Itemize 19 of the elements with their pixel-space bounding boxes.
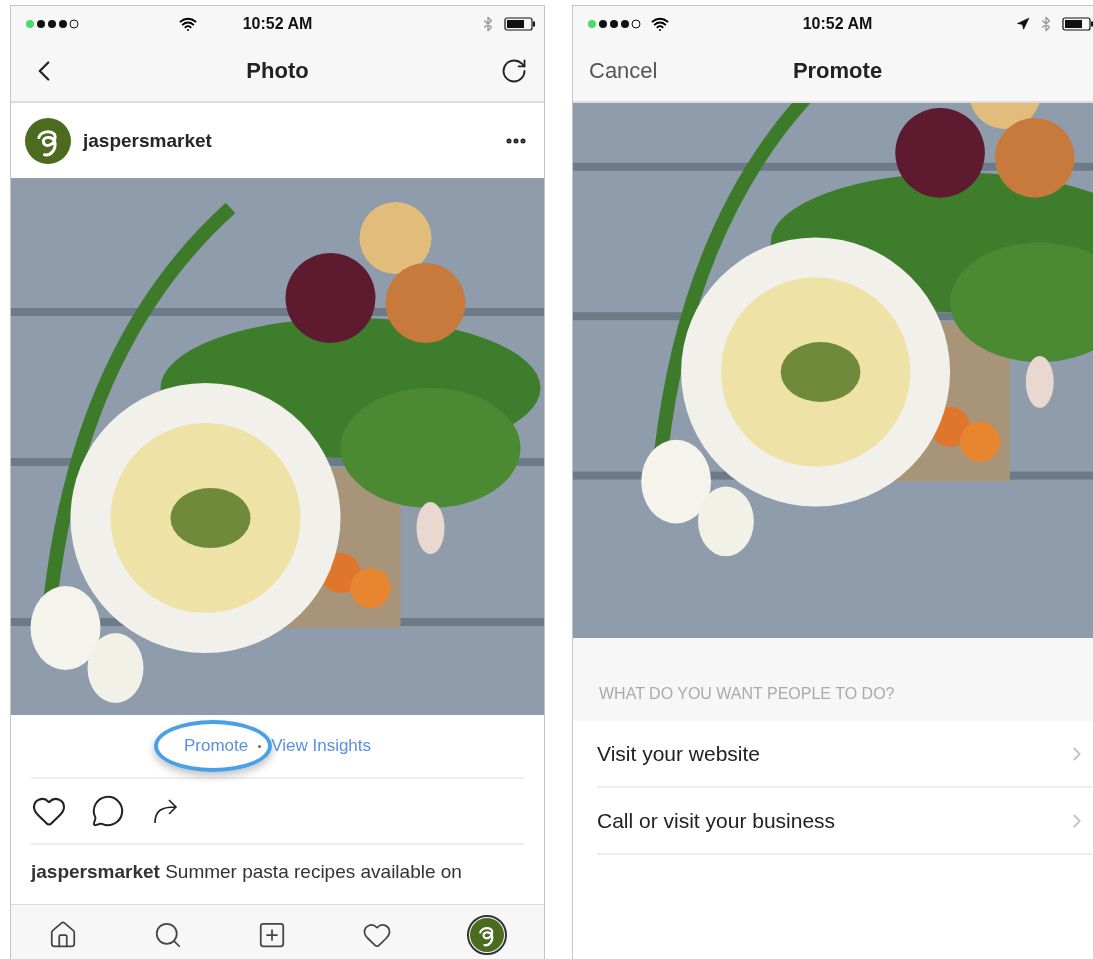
comment-icon[interactable]	[91, 794, 125, 828]
post-caption: jaspersmarket Summer pasta recipes available on	[29, 860, 463, 884]
screen-title: Promote	[792, 58, 883, 84]
location-icon	[1016, 16, 1030, 31]
separator-dot	[258, 744, 262, 748]
profile-tab[interactable]	[466, 915, 507, 955]
signal-icon	[587, 18, 643, 29]
refresh-icon[interactable]	[500, 57, 528, 85]
screen-title: Photo	[246, 58, 309, 84]
battery-icon	[1062, 16, 1093, 31]
username[interactable]: jaspersmarket	[83, 129, 212, 152]
signal-icon	[25, 18, 81, 29]
status-time: 10:52 AM	[242, 14, 313, 33]
avatar-icon	[469, 918, 504, 952]
status-time: 10:52 AM	[802, 14, 873, 33]
avatar-icon	[25, 117, 71, 164]
battery-icon	[504, 16, 536, 31]
section-header: WHAT DO YOU WANT PEOPLE TO DO?	[599, 684, 895, 703]
cancel-button[interactable]: Cancel	[589, 58, 658, 84]
